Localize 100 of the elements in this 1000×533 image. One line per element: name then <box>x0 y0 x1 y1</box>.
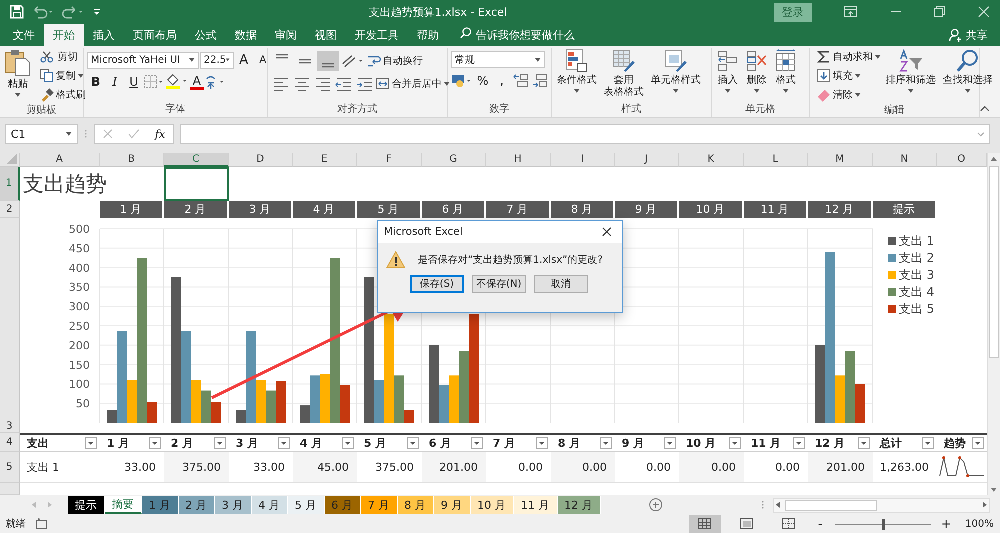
format-painter-button[interactable]: 格式刷 <box>40 86 86 103</box>
column-header[interactable]: O <box>937 153 987 167</box>
currency-icon[interactable] <box>451 73 473 89</box>
menu-tab[interactable]: 审阅 <box>266 24 306 46</box>
paste-button[interactable]: 粘贴 <box>3 48 33 98</box>
formula-input[interactable] <box>180 124 990 144</box>
scrollbar-thumb[interactable] <box>989 166 999 358</box>
filter-button[interactable] <box>85 437 97 449</box>
menu-tab[interactable]: 插入 <box>84 24 124 46</box>
font-name-field[interactable]: Microsoft YaHei UI <box>87 52 199 68</box>
name-box[interactable]: C1 <box>5 124 78 144</box>
insert-function-button[interactable]: fx <box>155 128 166 140</box>
redo-icon[interactable] <box>62 5 84 19</box>
column-header[interactable]: N <box>873 153 937 167</box>
format-cells-button[interactable]: 格式 <box>773 48 800 94</box>
sheet-tab[interactable]: 9 月 <box>434 496 470 514</box>
sheet-tab[interactable]: 2 月 <box>178 496 215 514</box>
conditional-formatting-button[interactable]: 条件格式 <box>555 48 599 94</box>
filter-button[interactable] <box>858 437 870 449</box>
filter-button[interactable] <box>972 437 984 449</box>
menu-tab[interactable]: 视图 <box>306 24 346 46</box>
column-header[interactable]: I <box>551 153 615 167</box>
zoom-out-button[interactable]: - <box>815 517 826 531</box>
filter-button[interactable] <box>536 437 548 449</box>
horizontal-scrollbar[interactable] <box>773 498 990 512</box>
menu-tab[interactable]: 开发工具 <box>346 24 408 46</box>
insert-cells-button[interactable]: 插入 <box>715 48 742 94</box>
zoom-level[interactable]: 100% <box>965 518 994 530</box>
sheet-tab[interactable]: 8 月 <box>398 496 434 514</box>
menu-tab[interactable]: 文件 <box>4 24 44 46</box>
copy-button[interactable]: 复制 <box>40 67 86 84</box>
row-header[interactable]: 5 <box>0 452 20 483</box>
ribbon-display-icon[interactable] <box>844 6 858 18</box>
shrink-font-button[interactable]: A <box>254 51 272 69</box>
fill-button[interactable]: 填充 <box>817 67 881 84</box>
dialog-button[interactable]: 不保存(N) <box>472 275 526 293</box>
cell-styles-button[interactable]: 单元格样式 <box>649 48 703 94</box>
scroll-left-icon[interactable] <box>774 501 782 509</box>
menu-tab[interactable]: 页面布局 <box>124 24 186 46</box>
format-as-table-button[interactable]: 套用 表格格式 <box>602 48 646 99</box>
font-size-field[interactable]: 22.5 <box>200 52 234 68</box>
filter-button[interactable] <box>471 437 483 449</box>
column-header[interactable]: L <box>744 153 808 167</box>
sheet-tab[interactable]: 3 月 <box>215 496 252 514</box>
percent-button[interactable]: % <box>474 72 492 90</box>
normal-view-icon[interactable] <box>689 515 722 533</box>
row-header[interactable]: 3 <box>0 218 20 433</box>
sheet-tab[interactable]: 10 月 <box>470 496 514 514</box>
number-format-field[interactable]: 常规 <box>451 51 545 68</box>
filter-button[interactable] <box>407 437 419 449</box>
vertical-align-icon[interactable] <box>317 51 339 71</box>
column-header[interactable]: E <box>293 153 357 167</box>
zoom-in-button[interactable]: + <box>941 517 952 531</box>
row-header[interactable]: 1 <box>0 167 20 201</box>
sheet-tab[interactable]: 7 月 <box>361 496 398 514</box>
collapse-ribbon-icon[interactable] <box>980 106 990 112</box>
sort-filter-button[interactable]: 排序和筛选 <box>884 48 938 94</box>
grow-font-button[interactable]: A <box>235 51 253 69</box>
tell-me-field[interactable]: 告诉我你想要做什么 <box>476 28 575 42</box>
menu-tab[interactable]: 开始 <box>44 24 84 46</box>
sheet-tab[interactable]: 提示 <box>68 496 105 514</box>
column-header[interactable]: J <box>615 153 679 167</box>
sheet-tab[interactable]: 12 月 <box>558 496 601 514</box>
menu-tab[interactable]: 公式 <box>186 24 226 46</box>
filter-button[interactable] <box>729 437 741 449</box>
filter-button[interactable] <box>600 437 612 449</box>
customize-icon[interactable] <box>92 7 102 17</box>
increase-decimal-icon[interactable] <box>512 73 530 89</box>
column-header[interactable]: K <box>679 153 744 167</box>
row-header[interactable]: 2 <box>0 201 20 218</box>
underline-button[interactable]: U <box>125 73 143 91</box>
scroll-right-icon[interactable] <box>981 501 989 509</box>
column-header[interactable]: M <box>808 153 873 167</box>
column-header[interactable]: B <box>100 153 164 167</box>
undo-icon[interactable] <box>32 5 54 19</box>
filter-button[interactable] <box>149 437 161 449</box>
comma-button[interactable]: , <box>493 72 511 90</box>
sheet-tab[interactable]: 11 月 <box>514 496 558 514</box>
bold-button[interactable]: B <box>87 73 105 91</box>
fill-color-icon[interactable] <box>165 74 189 90</box>
column-header[interactable]: D <box>229 153 293 167</box>
column-header[interactable]: F <box>357 153 422 167</box>
filter-button[interactable] <box>342 437 354 449</box>
column-header[interactable]: C <box>164 153 229 167</box>
column-header[interactable]: G <box>422 153 486 167</box>
close-icon[interactable] <box>602 227 612 237</box>
phonetic-icon[interactable] <box>205 74 227 90</box>
filter-button[interactable] <box>922 437 934 449</box>
clear-button[interactable]: 清除 <box>817 86 881 103</box>
share-button[interactable]: 共享 <box>966 28 988 42</box>
sheet-tab[interactable]: 摘要 <box>105 496 142 514</box>
save-icon[interactable] <box>10 5 24 19</box>
sheet-tab[interactable]: 5 月 <box>288 496 324 514</box>
merge-center-button[interactable]: 合并后居中 <box>376 76 450 92</box>
active-cell[interactable] <box>164 167 229 201</box>
restore-icon[interactable] <box>934 6 946 18</box>
column-header[interactable]: H <box>486 153 551 167</box>
row-header[interactable]: 4 <box>0 433 20 452</box>
menu-tab[interactable]: 数据 <box>226 24 266 46</box>
filter-button[interactable] <box>214 437 226 449</box>
